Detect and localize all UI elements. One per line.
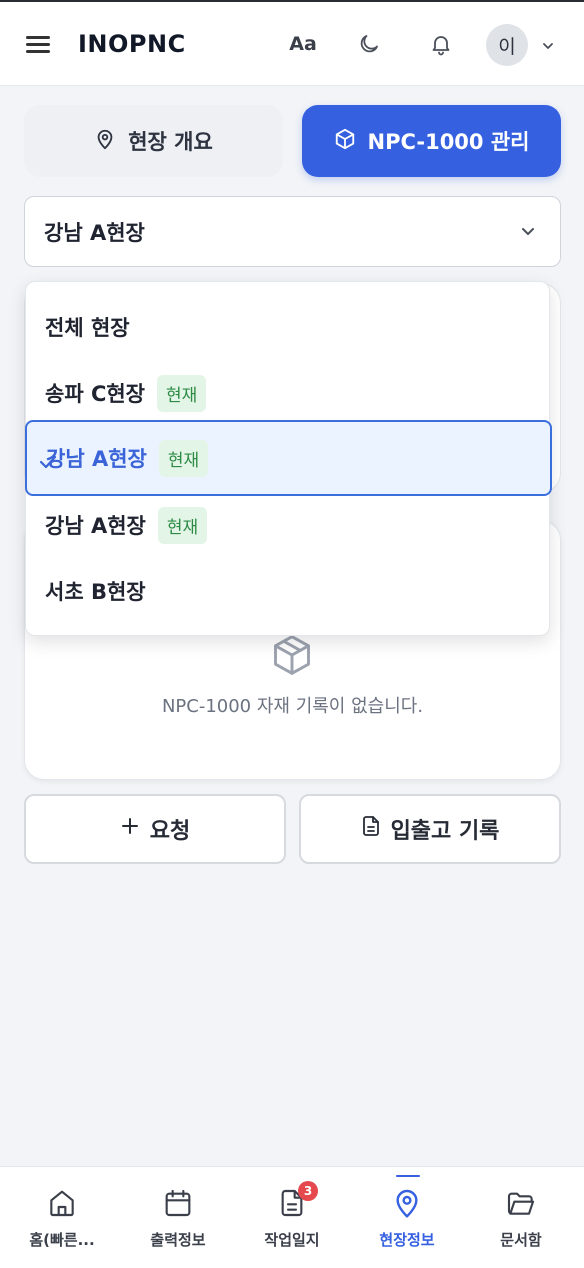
nav-label: 작업일지 [264,1231,320,1249]
menu-icon[interactable] [26,34,52,54]
request-label: 요청 [149,819,191,844]
avatar-initial: 이 [498,35,516,58]
tab-label: NPC-1000 관리 [367,130,530,154]
nav-label: 출력정보 [150,1231,206,1249]
nav-label: 문서함 [500,1231,542,1249]
map-pin-icon [94,128,116,155]
font-size-button[interactable]: Aa [285,26,321,62]
nav-item-worklog[interactable]: 작업일지 [234,1167,350,1268]
tab-npc-1000[interactable]: NPC-1000 관리 [302,105,561,177]
dropdown-option-selected[interactable]: 강남 A현장 현재 [25,420,552,496]
moon-icon[interactable] [351,26,387,62]
folder-icon [505,1187,537,1221]
nav-item-documents[interactable]: 문서함 [463,1167,579,1268]
dropdown-option[interactable]: 강남 A현장 현재 [26,492,551,558]
notification-badge: 3 [298,1181,318,1201]
site-dropdown-menu: 전체 현장 송파 C현장 현재 강남 A현장 현재 강남 A현장 현재 서초 B… [25,281,552,636]
option-label: 서초 B현장 [45,580,146,604]
current-badge: 현재 [157,374,207,412]
request-button[interactable]: 요청 [24,794,286,864]
site-select[interactable]: 강남 A현장 [24,196,561,267]
plus-icon [120,816,140,842]
dropdown-option[interactable]: 서초 B현장 [26,558,551,624]
bell-icon[interactable] [423,26,459,62]
app-header: INOPNC Aa 이 [0,2,584,86]
avatar[interactable]: 이 [486,24,528,66]
nav-item-home[interactable]: 홈(빠른... [4,1167,120,1268]
inout-log-button[interactable]: 입출고 기록 [299,794,561,864]
empty-state-message: NPC-1000 자재 기록이 없습니다. [161,696,424,717]
nav-label: 홈(빠른... [29,1231,95,1249]
nav-label: 현장정보 [379,1231,435,1249]
dropdown-option[interactable]: 전체 현장 [26,294,551,360]
calendar-icon [162,1187,194,1221]
option-label: 전체 현장 [45,316,130,340]
package-icon [334,128,356,155]
site-select-value: 강남 A현장 [44,220,145,245]
map-pin-icon [391,1187,423,1221]
option-label: 강남 A현장 [46,447,147,471]
nav-item-output[interactable]: 출력정보 [120,1167,236,1268]
brand-logo: INOPNC [78,30,186,58]
document-icon [361,815,381,843]
dropdown-option[interactable]: 송파 C현장 현재 [26,360,551,426]
chevron-down-icon [518,221,538,246]
check-icon [39,450,57,474]
home-icon [46,1187,78,1221]
option-label: 송파 C현장 [45,382,146,406]
inout-log-label: 입출고 기록 [390,819,500,844]
tab-site-overview[interactable]: 현장 개요 [24,105,283,177]
option-label: 강남 A현장 [45,514,146,538]
nav-item-site-info[interactable]: 현장정보 [349,1167,465,1268]
current-badge: 현재 [158,439,209,477]
current-badge: 현재 [157,506,208,544]
chevron-down-icon[interactable] [540,38,556,58]
tab-label: 현장 개요 [128,130,213,154]
bottom-nav: 홈(빠른... 출력정보 작업일지 3 현장정보 문서함 [0,1166,584,1268]
package-icon [270,633,314,681]
